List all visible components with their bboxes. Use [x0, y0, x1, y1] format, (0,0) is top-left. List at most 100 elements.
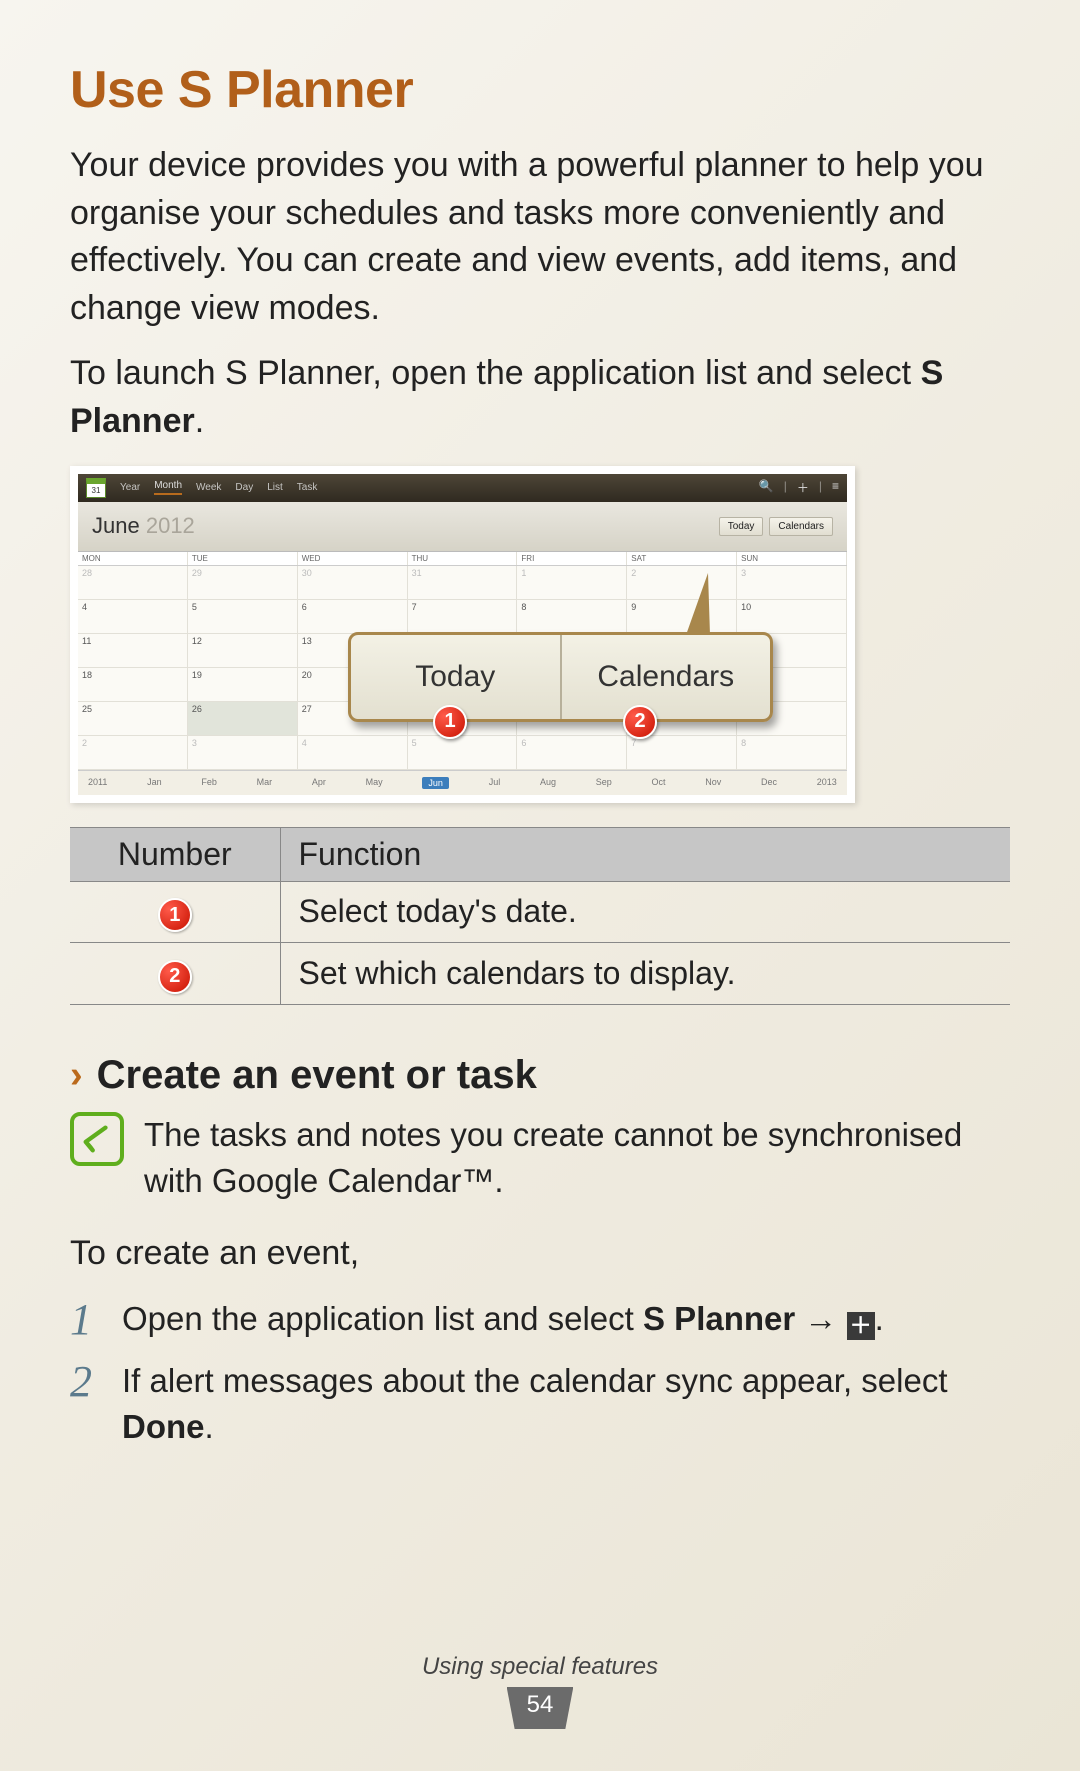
steps-lead: To create an event, — [70, 1230, 1010, 1278]
dow-cell: WED — [298, 552, 408, 565]
tab-day: Day — [235, 482, 253, 493]
callout-bubble: Today Calendars — [348, 632, 773, 722]
row-number-2: 2 — [158, 960, 192, 994]
chevron-icon: › — [70, 1054, 83, 1097]
monthstrip-item: 2013 — [817, 777, 837, 789]
footer-page-number: 54 — [507, 1687, 574, 1729]
subsection-header: › Create an event or task — [70, 1053, 1010, 1098]
monthstrip-item: Oct — [651, 777, 665, 789]
page-footer: Using special features 54 — [0, 1653, 1080, 1729]
dow-cell: SAT — [627, 552, 737, 565]
calendar-cell: 2 — [627, 566, 737, 600]
callout-calendars: Calendars — [562, 635, 771, 719]
monthstrip-item: Mar — [257, 777, 273, 789]
note-block: The tasks and notes you create cannot be… — [70, 1112, 1010, 1204]
steps-list: 1 Open the application list and select S … — [70, 1296, 1010, 1451]
step-number: 1 — [70, 1296, 104, 1344]
calendar-cell: 19 — [188, 668, 298, 702]
calendar-cell: 7 — [627, 736, 737, 770]
callout-marker-2: 2 — [623, 705, 657, 739]
step-item: 2If alert messages about the calendar sy… — [70, 1358, 1010, 1450]
monthstrip-item: Aug — [540, 777, 556, 789]
monthstrip-item: Dec — [761, 777, 777, 789]
table-header-number: Number — [70, 827, 280, 881]
tab-list: List — [267, 482, 283, 493]
calendar-cell: 4 — [78, 600, 188, 634]
launch-prefix: To launch S Planner, open the applicatio… — [70, 354, 921, 392]
table-row: 1 Select today's date. — [70, 881, 1010, 943]
calendar-cell: 30 — [298, 566, 408, 600]
tab-year: Year — [120, 482, 140, 493]
add-icon: ＋ — [797, 479, 809, 496]
calendar-cell: 9 — [627, 600, 737, 634]
search-icon: 🔍 — [759, 479, 774, 496]
launch-suffix: . — [195, 402, 204, 440]
tab-month: Month — [154, 480, 182, 495]
subsection-title: Create an event or task — [97, 1053, 537, 1098]
calendar-cell: 29 — [188, 566, 298, 600]
dow-cell: SUN — [737, 552, 847, 565]
calendar-cell: 10 — [737, 600, 847, 634]
function-table: Number Function 1 Select today's date. 2… — [70, 827, 1010, 1005]
calendar-cell: 25 — [78, 702, 188, 736]
dow-cell: TUE — [188, 552, 298, 565]
step-text: Open the application list and select S P… — [122, 1296, 884, 1344]
screenshot-grid: MONTUEWEDTHUFRISATSUN 282930311234567891… — [78, 552, 847, 770]
dow-cell: THU — [408, 552, 518, 565]
calendar-cell: 18 — [78, 668, 188, 702]
screenshot-month: June — [92, 513, 140, 538]
row-func-2: Set which calendars to display. — [280, 943, 1010, 1005]
page-title: Use S Planner — [70, 60, 1010, 120]
screenshot-monthstrip: 2011 Jan Feb Mar Apr May Jun Jul Aug Sep Oct Nov Dec… — [78, 770, 847, 795]
screenshot-year: 2012 — [146, 513, 195, 538]
plus-icon: ＋ — [847, 1312, 875, 1340]
calendar-cell: 2 — [78, 736, 188, 770]
note-icon — [70, 1112, 124, 1166]
calendar-cell: 26 — [188, 702, 298, 736]
calendar-cell: 3 — [737, 566, 847, 600]
calendar-cell: 11 — [78, 634, 188, 668]
table-row: 2 Set which calendars to display. — [70, 943, 1010, 1005]
calendar-cell: 5 — [188, 600, 298, 634]
monthstrip-item: May — [366, 777, 383, 789]
monthstrip-item: Jun — [422, 777, 449, 789]
tab-task: Task — [297, 482, 318, 493]
row-func-1: Select today's date. — [280, 881, 1010, 943]
footer-section: Using special features — [0, 1653, 1080, 1681]
calendar-cell: 4 — [298, 736, 408, 770]
dow-cell: FRI — [517, 552, 627, 565]
calendar-cell: 8 — [517, 600, 627, 634]
calendar-cell: 5 — [408, 736, 518, 770]
calendar-cell: 8 — [737, 736, 847, 770]
intro-paragraph: Your device provides you with a powerful… — [70, 142, 1010, 332]
monthstrip-item: Jul — [489, 777, 501, 789]
step-item: 1 Open the application list and select S … — [70, 1296, 1010, 1344]
dow-cell: MON — [78, 552, 188, 565]
splanner-screenshot: 31 Year Month Week Day List Task 🔍 | ＋ |… — [70, 466, 855, 803]
monthstrip-item: Jan — [147, 777, 162, 789]
mini-today-button: Today — [719, 517, 764, 536]
calendar-cell: 1 — [517, 566, 627, 600]
calendar-cell: 7 — [408, 600, 518, 634]
row-number-1: 1 — [158, 898, 192, 932]
note-text: The tasks and notes you create cannot be… — [144, 1112, 1010, 1204]
monthstrip-item: 2011 — [88, 777, 107, 789]
screenshot-header: June 2012 Today Calendars — [78, 502, 847, 552]
calendar-cell: 28 — [78, 566, 188, 600]
step-number: 2 — [70, 1358, 104, 1450]
monthstrip-item: Sep — [596, 777, 612, 789]
calendar-cell: 6 — [298, 600, 408, 634]
tab-week: Week — [196, 482, 221, 493]
calendar-cell: 31 — [408, 566, 518, 600]
calendar-cell: 6 — [517, 736, 627, 770]
monthstrip-item: Apr — [312, 777, 326, 789]
calendar-icon: 31 — [86, 478, 106, 498]
menu-icon: ≡ — [832, 479, 839, 496]
monthstrip-item: Nov — [705, 777, 721, 789]
calendar-cell: 12 — [188, 634, 298, 668]
launch-paragraph: To launch S Planner, open the applicatio… — [70, 350, 1010, 445]
step-text: If alert messages about the calendar syn… — [122, 1358, 1010, 1450]
monthstrip-item: Feb — [201, 777, 217, 789]
calendar-cell: 3 — [188, 736, 298, 770]
table-header-function: Function — [280, 827, 1010, 881]
